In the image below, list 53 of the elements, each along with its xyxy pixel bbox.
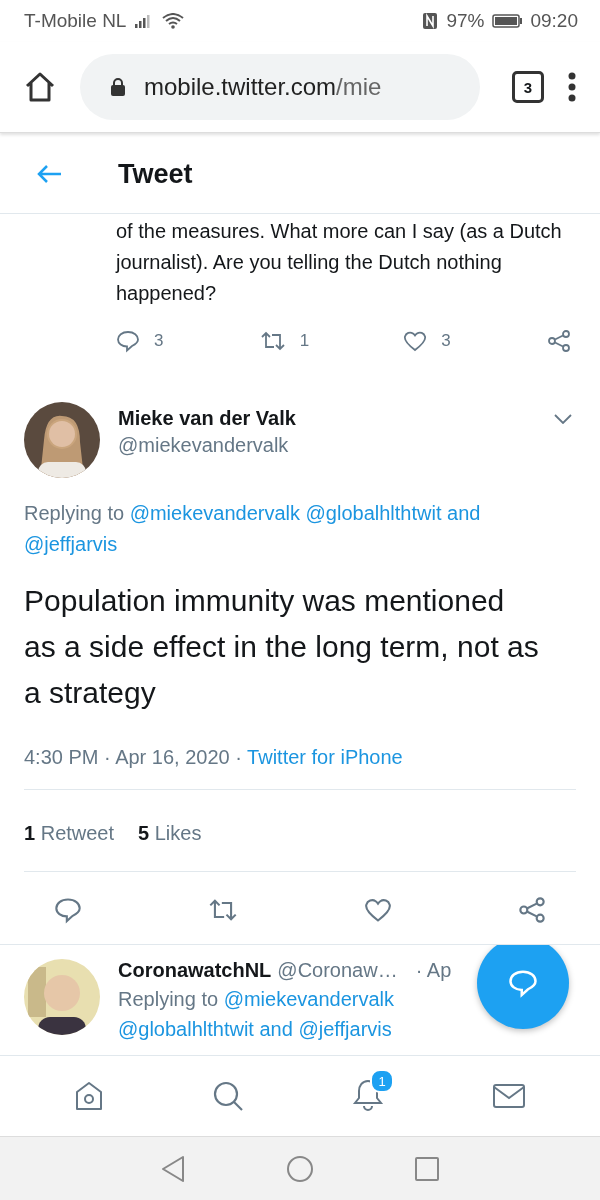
share-icon[interactable] (546, 329, 571, 353)
battery-percent: 97% (446, 10, 485, 32)
author-name[interactable]: CoronawatchNL (118, 959, 272, 982)
compose-button[interactable] (477, 945, 569, 1029)
back-icon[interactable] (36, 164, 62, 184)
heart-icon[interactable] (403, 330, 428, 352)
like-count: 3 (441, 331, 451, 351)
address-bar[interactable]: mobile.twitter.com/mie (80, 54, 480, 120)
mail-icon[interactable] (492, 1083, 526, 1109)
mention-link[interactable]: @jeffjarvis (298, 1018, 392, 1040)
author-handle[interactable]: @miekevandervalk (118, 434, 536, 457)
replying-to-text: Replying to @miekevandervalk @globalhlthtwit and @jeffjarvis (24, 501, 482, 557)
carrier-name: T-Mobile NL (24, 10, 127, 32)
retweet-icon[interactable] (259, 331, 286, 351)
author-handle[interactable]: @Coronaw… (277, 959, 398, 982)
reply-icon[interactable] (54, 896, 82, 924)
page-title: Tweet (118, 158, 193, 190)
menu-icon[interactable] (568, 72, 576, 102)
mention-link[interactable]: @miekevandervalk (129, 502, 300, 524)
author-name[interactable]: Mieke van der Valk (118, 407, 536, 430)
like-stat[interactable]: 5 Likes (138, 822, 202, 845)
home-icon[interactable] (24, 72, 56, 102)
back-icon[interactable] (160, 1154, 186, 1183)
mention-link[interactable]: @miekevandervalk (223, 988, 394, 1010)
retweet-count: 1 (299, 331, 310, 351)
source-link[interactable]: Twitter for iPhone (247, 746, 403, 768)
nfc-icon (422, 12, 439, 30)
tab-count-button[interactable]: 3 (512, 71, 544, 103)
notification-badge: 1 (370, 1069, 394, 1093)
search-icon[interactable] (212, 1080, 244, 1112)
mention-link[interactable]: @jeffjarvis (24, 533, 118, 555)
tweet-text: Population immunity was mentioned as a side effect in the long term, not as a strategy (24, 583, 540, 711)
mention-link[interactable]: @globalhlthtwit (118, 1018, 254, 1040)
recents-icon[interactable] (414, 1155, 440, 1182)
share-icon[interactable] (518, 896, 546, 924)
reply-icon[interactable] (116, 329, 140, 353)
tweet-date: · Ap (415, 959, 452, 982)
battery-icon (492, 14, 523, 28)
reply-count: 3 (154, 331, 164, 351)
mention-link[interactable]: @globalhlthtwit (305, 502, 442, 524)
retweet-stat[interactable]: 1 Retweet (24, 822, 115, 845)
chevron-icon[interactable] (554, 414, 572, 424)
lock-icon (110, 77, 126, 97)
clock: 09:20 (530, 10, 578, 32)
replying-to-text: Replying to @miekevandervalk @globalhlthtwit and @jeffjarvis (118, 987, 395, 1042)
heart-icon[interactable] (364, 897, 392, 923)
retweet-icon[interactable] (208, 898, 238, 922)
reply-icon (508, 968, 538, 998)
bell-icon[interactable] (352, 1077, 384, 1111)
tweet-timestamp: 4:30 PM · Apr 16, 2020 · Twitter for iPhone (24, 746, 576, 790)
url-text: mobile.twitter.com/mie (144, 73, 382, 101)
tweet-text: of the measures. What more can I say (as a Dutch journalist). Are you telling the Dutch nothing happened? (116, 219, 563, 306)
wifi-icon (162, 13, 185, 29)
